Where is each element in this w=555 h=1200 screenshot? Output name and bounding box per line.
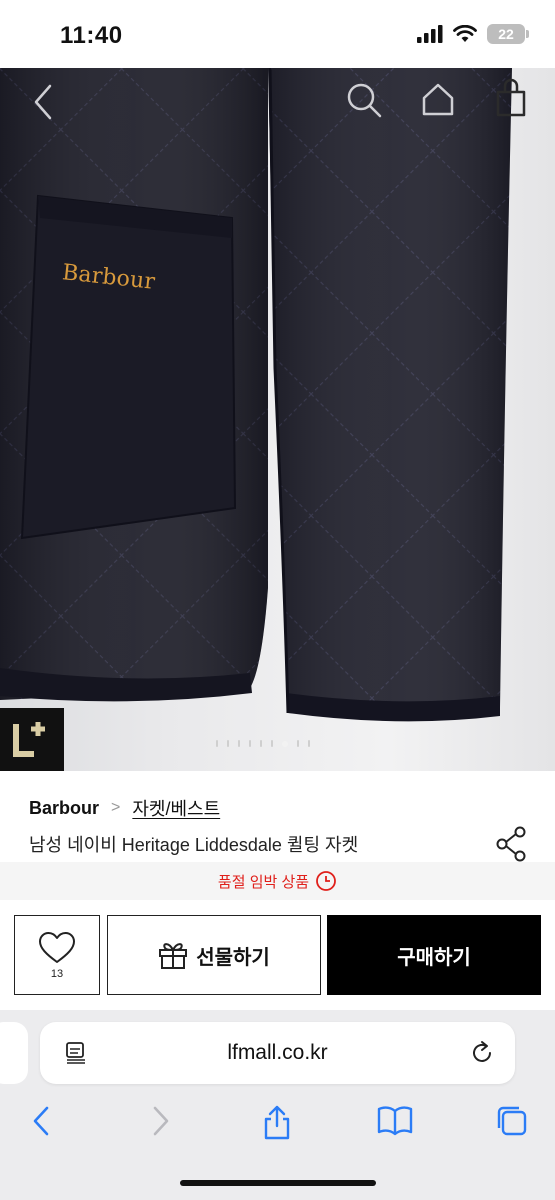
carousel-dot[interactable] [271, 740, 273, 747]
heart-icon [39, 931, 75, 963]
carousel-dot[interactable] [227, 740, 229, 747]
jacket-photo [0, 68, 512, 722]
browser-chrome: lfmall.co.kr [0, 1010, 555, 1200]
carousel-dot[interactable] [297, 740, 299, 747]
browser-forward-icon[interactable] [148, 1104, 174, 1138]
product-image-carousel[interactable]: Barbour [0, 68, 555, 771]
home-indicator[interactable] [180, 1180, 376, 1186]
carousel-dot[interactable] [216, 740, 218, 747]
category-link[interactable]: 자켓/베스트 [132, 795, 220, 821]
carousel-indicator[interactable] [216, 740, 310, 747]
breadcrumb: Barbour > 자켓/베스트 [29, 795, 220, 821]
share-sheet-icon[interactable] [261, 1104, 293, 1140]
purchase-action-bar: 13 선물하기 구매하기 [0, 900, 555, 1010]
reload-icon[interactable] [469, 1040, 495, 1066]
address-bar[interactable]: lfmall.co.kr [40, 1022, 515, 1084]
status-time: 11:40 [60, 22, 123, 49]
gift-button-label: 선물하기 [196, 946, 270, 969]
gift-button[interactable]: 선물하기 [107, 915, 321, 995]
buy-button[interactable]: 구매하기 [327, 915, 541, 995]
carousel-dot[interactable] [260, 740, 262, 747]
gift-icon [159, 943, 188, 969]
signal-icon [417, 25, 443, 43]
product-title: 남성 네이비 Heritage Liddesdale 퀼팅 자켓 [29, 835, 359, 855]
bookmarks-icon[interactable] [377, 1104, 413, 1136]
lf-plus-logo [13, 722, 45, 757]
like-count: 13 [50, 967, 64, 980]
shopping-bag-icon[interactable] [494, 78, 528, 118]
search-icon[interactable] [344, 80, 384, 120]
share-icon[interactable] [496, 826, 528, 862]
tabs-icon[interactable] [495, 1104, 529, 1138]
clock-icon [316, 871, 336, 891]
carousel-dot[interactable] [249, 740, 251, 747]
back-arrow-icon[interactable] [28, 82, 58, 122]
status-bar: 11:40 22 [0, 0, 555, 68]
buy-button-label: 구매하기 [397, 946, 471, 969]
previous-tab-preview[interactable] [0, 1022, 28, 1084]
breadcrumb-separator-icon: > [111, 799, 121, 816]
carousel-dot[interactable] [238, 740, 240, 747]
battery-indicator: 22 [487, 24, 529, 44]
like-button[interactable]: 13 [14, 915, 100, 995]
carousel-dot-active[interactable] [282, 740, 288, 747]
status-icons: 22 [417, 24, 529, 44]
carousel-dot[interactable] [308, 740, 310, 747]
url-text: lfmall.co.kr [227, 1041, 328, 1064]
wifi-icon [453, 25, 477, 42]
stock-notice-text: 품절 임박 상품 [217, 873, 310, 891]
stock-notice-bar: 품절 임박 상품 [0, 862, 555, 900]
browser-back-icon[interactable] [28, 1104, 54, 1138]
lf-plus-badge [0, 708, 64, 771]
brand-name[interactable]: Barbour [29, 798, 99, 819]
home-icon[interactable] [420, 80, 456, 118]
